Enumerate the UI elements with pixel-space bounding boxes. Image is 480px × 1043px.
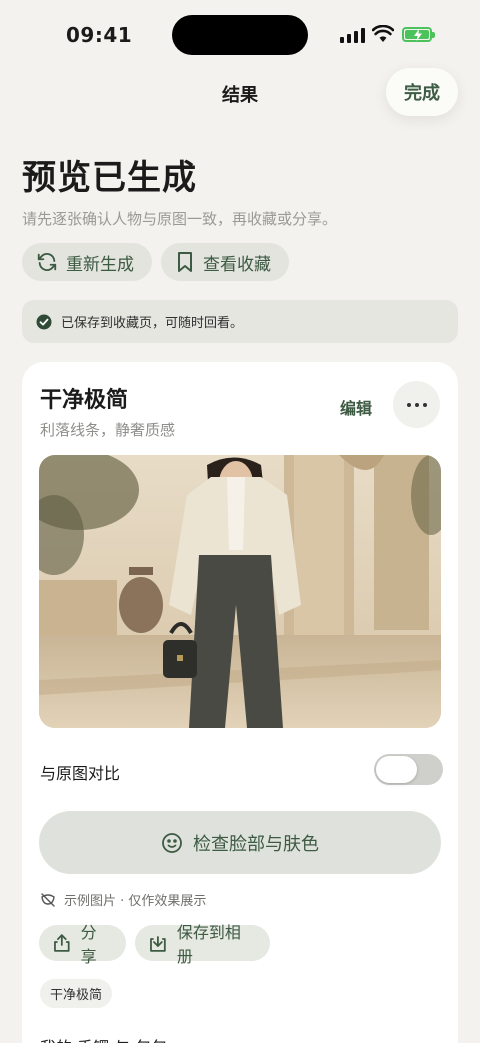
regenerate-button[interactable]: 重新生成 (22, 243, 152, 281)
style-subtitle: 利落线条，静奢质感 (40, 421, 176, 439)
wifi-icon (372, 25, 394, 42)
bookmark-icon (178, 252, 192, 272)
image-off-icon (41, 892, 55, 907)
done-button[interactable]: 完成 (386, 68, 458, 116)
page-title: 预览已生成 (22, 158, 197, 198)
result-image[interactable] (39, 455, 441, 728)
saved-notice-text: 已保存到收藏页，可随时回看。 (61, 316, 244, 331)
more-button[interactable] (393, 381, 440, 428)
share-button[interactable]: 分享 (39, 923, 126, 966)
download-icon (150, 936, 166, 952)
status-bar: 09:41 (0, 0, 480, 62)
style-tag: 干净极简 (40, 979, 113, 1008)
status-time: 09:41 (66, 23, 133, 47)
edit-button[interactable]: 编辑 (340, 395, 372, 419)
check-circle-icon (36, 314, 52, 329)
battery-icon (402, 27, 435, 42)
saved-notice: 已保存到收藏页，可随时回看。 (22, 300, 458, 343)
compare-toggle-knob (376, 756, 417, 783)
save-album-label: 保存到相册 (176, 923, 241, 966)
footer-partial-text: 我的 手镯 与 包包 (40, 1034, 167, 1043)
compare-toggle[interactable] (374, 754, 443, 785)
refresh-icon (37, 253, 57, 271)
compare-label: 与原图对比 (40, 764, 121, 783)
check-face-label: 检查脸部与肤色 (193, 833, 319, 855)
regenerate-label: 重新生成 (66, 254, 134, 275)
view-favorites-button[interactable]: 查看收藏 (161, 243, 289, 281)
share-label: 分享 (80, 923, 97, 966)
share-icon (54, 934, 70, 952)
dynamic-island (172, 15, 308, 55)
style-title: 干净极简 (40, 388, 129, 413)
result-card: 干净极简 利落线条，静奢质感 编辑 与原图对比 检查脸部与肤色 示例图片 · 仅… (22, 362, 458, 1043)
more-icon (406, 402, 427, 407)
face-icon (162, 832, 182, 853)
signal-icon (340, 28, 365, 43)
save-album-button[interactable]: 保存到相册 (135, 923, 270, 966)
page-subtitle: 请先逐张确认人物与原图一致，再收藏或分享。 (22, 210, 338, 228)
sample-note-text: 示例图片 · 仅作效果展示 (64, 894, 207, 909)
sample-note: 示例图片 · 仅作效果展示 (40, 890, 206, 909)
check-face-button[interactable]: 检查脸部与肤色 (39, 811, 441, 874)
view-favorites-label: 查看收藏 (203, 254, 271, 275)
